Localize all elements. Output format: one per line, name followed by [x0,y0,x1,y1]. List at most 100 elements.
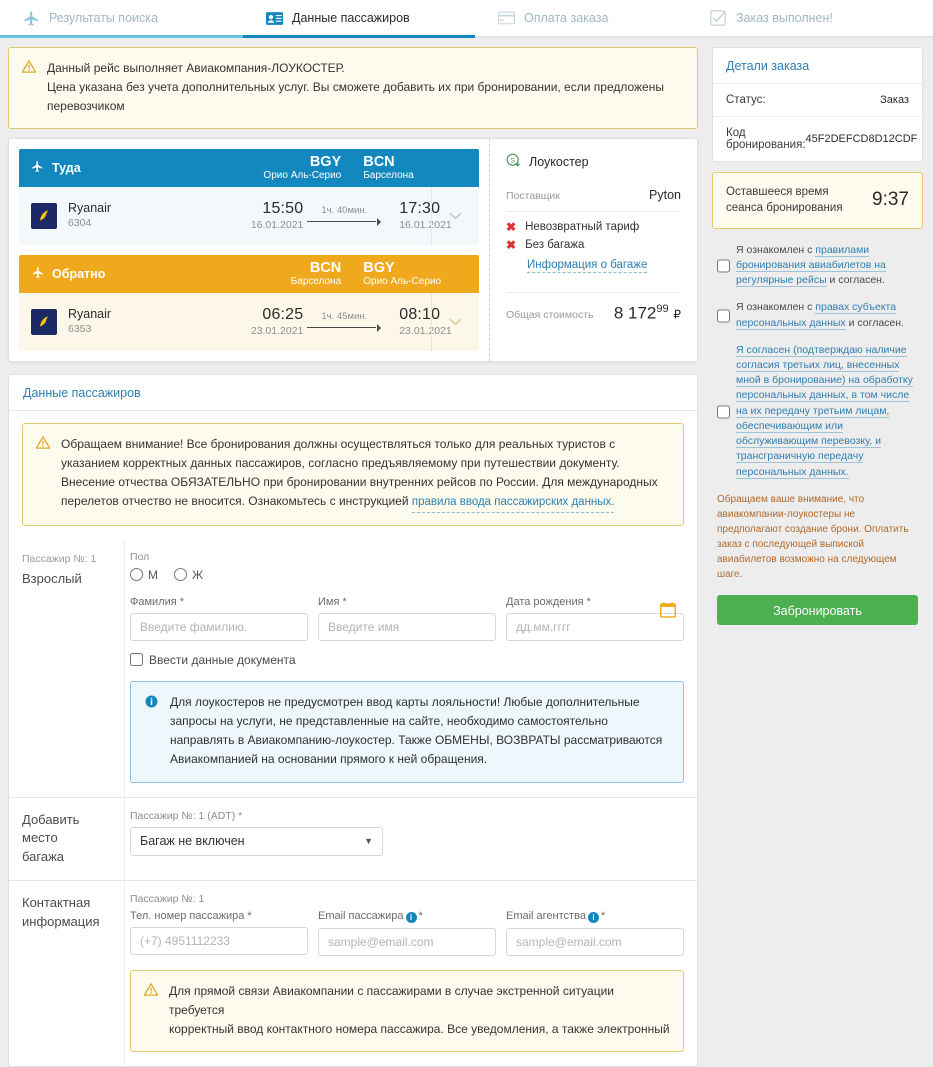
chevron-down-icon: ▼ [364,836,373,847]
main-column: Данный рейс выполняет Авиакомпания-ЛОУКО… [8,47,698,1067]
booking-code-label: Код бронирования: [726,127,806,151]
leg-direction-label: Обратно [52,266,106,281]
chevron-down-icon [449,209,462,223]
leg-origin: BGY Орио Аль-Серио [225,153,342,182]
firstname-input[interactable] [318,612,496,641]
agreement-checkbox[interactable] [717,301,730,331]
email-pax-label: Email пассажира i * [318,910,496,924]
cross-icon: ✖ [506,237,517,252]
agreement-text: Я ознакомлен с правилами бронирования ав… [736,243,919,289]
baggage-select[interactable]: Багаж не включен ▼ [130,826,383,856]
origin-code: BGY [309,153,342,170]
tab-order-complete[interactable]: Заказ выполнен! [687,0,933,36]
document-data-label: Ввести данные документа [149,652,296,667]
svg-text:S: S [510,157,515,164]
email-pax-required-star: * [418,910,423,923]
loyalty-info-box: Для лоукостеров не предусмотрен ввод кар… [130,680,684,783]
email-pax-field-wrap: Email пассажира i * [318,910,496,957]
warning-triangle-icon [143,982,159,1039]
lowcost-label: Лоукостер [529,154,589,169]
gender-male-radio[interactable] [130,568,143,582]
birthdate-input[interactable] [506,612,684,641]
firstname-field-wrap: Имя * [318,596,496,641]
email-pax-input[interactable] [318,928,496,957]
calendar-icon[interactable] [660,602,676,618]
lastname-input[interactable] [130,612,308,641]
baggage-fields: Пассажир №: 1 (ADT) * Багаж не включен ▼ [124,797,697,881]
agreement-item[interactable]: Я ознакомлен с правилами бронирования ав… [717,243,919,289]
lastname-field-wrap: Фамилия * [130,596,308,641]
total-value: 8 17299 ₽ [614,303,681,324]
lowcost-sidebar-note: Обращаем ваше внимание, что авиакомпании… [717,493,909,580]
contacts-fields-row: Тел. номер пассажира * Email пассажираi*… [130,910,684,957]
tab-search-results[interactable]: Результаты поиска [0,0,243,38]
airline-block: Ryanair 6304 [31,201,210,230]
feature-label: Невозвратный тариф [525,220,640,233]
departure-block: 06:25 23.01.2021 [210,306,304,339]
status-label: Статус: [726,94,766,106]
tab-label: Заказ выполнен! [736,11,833,25]
booking-code-value: 45F2DEFCD8D12CDF [805,133,918,145]
baggage-section: Добавить место багажа Пассажир №: 1 (ADT… [9,797,697,882]
contacts-alert-line-2: корректный ввод контактного номера пасса… [169,1022,670,1037]
info-circle-icon[interactable]: i [405,912,417,924]
email-agency-label-text: Email агентства [506,910,586,923]
document-data-checkbox[interactable] [130,653,143,667]
tab-payment[interactable]: Оплата заказа [475,0,687,36]
destination-city: Барселона [363,169,414,181]
tab-passenger-data[interactable]: Данные пассажиров [243,0,475,38]
alert-text: Данный рейс выполняет Авиакомпания-ЛОУКО… [47,59,664,116]
document-data-toggle[interactable]: Ввести данные документа [130,653,684,667]
session-timer-label: Оставшееся время сеанса бронирования [726,186,843,215]
origin-code: BCN [309,259,342,276]
baggage-info-link[interactable]: Информация о багаже [527,259,648,273]
origin-city: Орио Аль-Серио [263,169,342,181]
flight-leg-outbound: Туда BGY Орио Аль-Серио BCN Барселона Ry… [19,148,479,245]
duration-label: 1ч. 45мин. [321,311,368,323]
duration-block: 1ч. 45мин. [303,311,385,333]
agreement-item[interactable]: Я ознакомлен с правах субъекта персональ… [717,300,919,331]
agreement-link[interactable]: Я согласен (подтверждаю наличие согласия… [736,343,913,479]
gender-label: Пол [130,550,150,563]
agreement-text: Я ознакомлен с правах субъекта персональ… [736,300,919,330]
gender-female-radio[interactable] [174,568,187,582]
expand-leg-button[interactable] [431,292,479,351]
agreement-item[interactable]: Я согласен (подтверждаю наличие согласия… [717,343,919,480]
airline-text: Ryanair 6304 [68,201,111,230]
firstname-label: Имя * [318,595,347,608]
email-agency-input[interactable] [506,928,684,957]
airline-text: Ryanair 6353 [68,307,111,336]
passengers-alert-wrap: Обращаем внимание! Все бронирования долж… [9,411,697,539]
contacts-fields: Пассажир №: 1 Тел. номер пассажира * Ema… [124,881,697,1067]
lowcost-coin-icon: S [506,153,521,171]
passenger-label: Пассажир №: 1 Взрослый [9,539,124,797]
agreement-checkbox[interactable] [717,343,730,480]
gender-male-option[interactable]: М [130,568,158,582]
airplane-icon [22,9,40,27]
info-circle-icon [145,695,158,770]
departure-date: 23.01.2021 [250,324,304,337]
supplier-row: Поставщик Pyton [506,181,681,212]
info-circle-icon[interactable]: i [587,912,599,924]
checkbox-done-icon [709,9,727,27]
book-button[interactable]: Забронировать [717,594,918,625]
passenger-rules-link[interactable]: правила ввода пассажирских данных. [411,493,615,513]
email-agency-label: Email агентства i * [506,910,684,924]
contacts-label-line2: информация [22,914,100,929]
agreement-pre: Я ознакомлен с [736,243,816,256]
passenger-number: Пассажир №: 1 [22,552,97,565]
agreement-checkbox[interactable] [717,243,730,289]
expand-leg-button[interactable] [431,186,479,245]
passengers-panel: Данные пассажиров Обращаем внимание! Все… [8,373,698,1067]
phone-input[interactable] [130,927,308,956]
gender-female-option[interactable]: Ж [174,568,203,582]
flight-legs: Туда BGY Орио Аль-Серио BCN Барселона Ry… [9,139,489,361]
contacts-label: Контактная информация [9,881,124,1066]
birthdate-field-wrap: Дата рождения * [506,596,684,641]
destination-code: BGY [363,259,395,276]
alert-line-2: Цена указана без учета дополнительных ус… [47,79,664,94]
plane-return-icon [31,266,44,282]
passenger-card-icon [265,9,283,27]
agreement-text: Я согласен (подтверждаю наличие согласия… [736,343,919,480]
progress-tabbar: Результаты поиска Данные пассажиров Опла… [0,0,933,38]
